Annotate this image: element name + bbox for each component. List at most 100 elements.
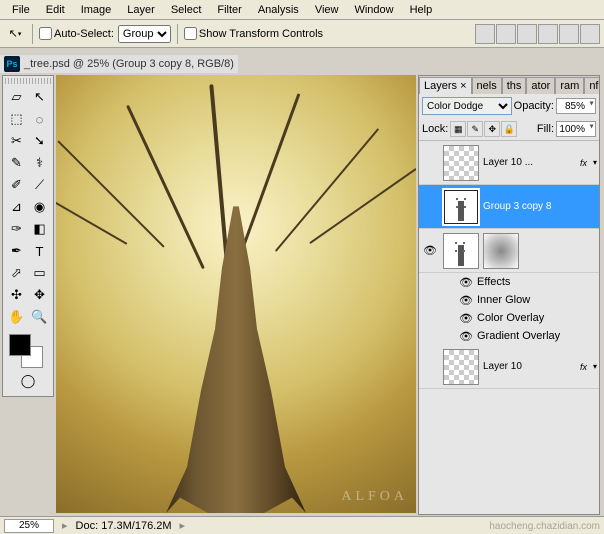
lock-pixels-icon[interactable]: ✎ xyxy=(467,121,483,137)
menu-edit[interactable]: Edit xyxy=(38,2,73,18)
options-bar: ↖▾ Auto-Select: Group Show Transform Con… xyxy=(0,20,604,48)
zoom-input[interactable] xyxy=(4,519,54,533)
move-tool-icon[interactable]: ↖ xyxy=(28,86,51,108)
tab-layers[interactable]: Layers × xyxy=(419,77,472,94)
history-brush-icon[interactable]: ⟋ xyxy=(28,174,51,196)
tab-channels[interactable]: nels xyxy=(472,77,502,94)
lasso-tool-icon[interactable]: ⬚ xyxy=(5,108,28,130)
align-icon[interactable] xyxy=(475,24,495,44)
layer-name: Layer 10 ... xyxy=(483,157,574,168)
foreground-swatch[interactable] xyxy=(9,334,31,356)
tab-navigator[interactable]: ator xyxy=(526,77,555,94)
divider xyxy=(177,24,178,44)
align-icon[interactable] xyxy=(538,24,558,44)
layer-item[interactable]: Layer 10 ... fx ▾ xyxy=(419,141,599,185)
layer-thumb[interactable] xyxy=(443,349,479,385)
menu-view[interactable]: View xyxy=(307,2,347,18)
doc-size: Doc: 17.3M/176.2M xyxy=(76,520,172,532)
divider xyxy=(32,24,33,44)
align-icon[interactable] xyxy=(580,24,600,44)
menu-select[interactable]: Select xyxy=(163,2,210,18)
menu-filter[interactable]: Filter xyxy=(209,2,249,18)
heal-tool-icon[interactable]: ✎ xyxy=(5,152,28,174)
layer-list: Layer 10 ... fx ▾ Group 3 copy 8 👁 👁Effe… xyxy=(419,141,599,514)
fx-expand-icon[interactable]: ▾ xyxy=(593,362,597,371)
align-icons-group xyxy=(475,24,600,44)
menu-analysis[interactable]: Analysis xyxy=(250,2,307,18)
lock-position-icon[interactable]: ✥ xyxy=(484,121,500,137)
layer-thumb[interactable] xyxy=(443,145,479,181)
align-icon[interactable] xyxy=(559,24,579,44)
layer-item-selected[interactable]: Group 3 copy 8 xyxy=(419,185,599,229)
layer-item[interactable]: 👁 xyxy=(419,229,599,273)
eyedropper-tool-icon[interactable]: ✥ xyxy=(28,284,51,306)
pen-tool-icon[interactable]: ✒ xyxy=(5,240,28,262)
notes-tool-icon[interactable]: ✣ xyxy=(5,284,28,306)
layer-thumb[interactable] xyxy=(443,233,479,269)
canvas[interactable]: ALFOA xyxy=(56,75,416,513)
gradient-tool-icon[interactable]: ◉ xyxy=(28,196,51,218)
marquee-tool-icon[interactable]: ▱ xyxy=(5,86,28,108)
blend-row: Color Dodge Opacity: xyxy=(419,94,599,118)
menu-file[interactable]: File xyxy=(4,2,38,18)
visibility-toggle[interactable]: 👁 xyxy=(421,244,439,257)
wand-tool-icon[interactable]: ◌ xyxy=(28,108,51,130)
crop-tool-icon[interactable]: ✂ xyxy=(5,130,28,152)
dodge-tool-icon[interactable]: ◧ xyxy=(28,218,51,240)
opacity-input[interactable] xyxy=(556,98,596,114)
lock-row: Lock: ▦ ✎ ✥ 🔒 Fill: xyxy=(419,118,599,141)
fill-label: Fill: xyxy=(537,123,554,135)
quick-mask-icon[interactable]: ◯ xyxy=(16,370,40,392)
tab-histogram[interactable]: ram xyxy=(555,77,584,94)
move-tool-icon[interactable]: ↖▾ xyxy=(4,23,26,45)
fx-badge: fx xyxy=(578,362,589,372)
align-icon[interactable] xyxy=(517,24,537,44)
opacity-label: Opacity: xyxy=(514,100,554,112)
layers-panel: Layers × nels ths ator ram nfo Color Dod… xyxy=(418,75,600,515)
hand-tool-icon[interactable]: ✋ xyxy=(5,306,28,328)
align-icon[interactable] xyxy=(496,24,516,44)
tree-branch xyxy=(126,105,205,269)
layer-name: Group 3 copy 8 xyxy=(483,201,597,212)
show-transform-check[interactable]: Show Transform Controls xyxy=(184,27,323,40)
type-tool-icon[interactable]: T xyxy=(28,240,51,262)
eraser-tool-icon[interactable]: ⊿ xyxy=(5,196,28,218)
blur-tool-icon[interactable]: ✑ xyxy=(5,218,28,240)
blend-mode-dropdown[interactable]: Color Dodge xyxy=(422,97,512,115)
tab-paths[interactable]: ths xyxy=(502,77,527,94)
tree-branch xyxy=(56,183,127,245)
document-header: Ps _tree.psd @ 25% (Group 3 copy 8, RGB/… xyxy=(0,55,238,73)
auto-select-dropdown[interactable]: Group xyxy=(118,25,171,43)
artwork: ALFOA xyxy=(56,75,416,513)
effects-header[interactable]: 👁Effects xyxy=(459,273,599,291)
effect-gradient-overlay[interactable]: 👁Gradient Overlay xyxy=(459,327,599,345)
zoom-tool-icon[interactable]: 🔍 xyxy=(28,306,51,328)
fill-input[interactable] xyxy=(556,121,596,137)
lock-all-icon[interactable]: 🔒 xyxy=(501,121,517,137)
tab-info[interactable]: nfo xyxy=(584,77,599,94)
effects-group: 👁Effects 👁Inner Glow 👁Color Overlay 👁Gra… xyxy=(419,273,599,345)
menu-help[interactable]: Help xyxy=(402,2,441,18)
menu-image[interactable]: Image xyxy=(73,2,120,18)
tree-branch xyxy=(309,168,416,244)
shape-tool-icon[interactable]: ▭ xyxy=(28,262,51,284)
path-tool-icon[interactable]: ⬀ xyxy=(5,262,28,284)
menu-bar: File Edit Image Layer Select Filter Anal… xyxy=(0,0,604,20)
menu-layer[interactable]: Layer xyxy=(119,2,163,18)
slice-tool-icon[interactable]: ➘ xyxy=(28,130,51,152)
menu-window[interactable]: Window xyxy=(346,2,401,18)
layer-mask-thumb[interactable] xyxy=(483,233,519,269)
lock-label: Lock: xyxy=(422,123,448,135)
source-watermark: haocheng.chazidian.com xyxy=(489,521,600,532)
effect-inner-glow[interactable]: 👁Inner Glow xyxy=(459,291,599,309)
brush-tool-icon[interactable]: ⚕ xyxy=(28,152,51,174)
layer-item[interactable]: Layer 10 fx ▾ xyxy=(419,345,599,389)
layer-thumb[interactable] xyxy=(443,189,479,225)
auto-select-check[interactable]: Auto-Select: xyxy=(39,27,114,40)
fx-expand-icon[interactable]: ▾ xyxy=(593,158,597,167)
stamp-tool-icon[interactable]: ✐ xyxy=(5,174,28,196)
toolbox-grip[interactable] xyxy=(5,78,51,84)
effect-color-overlay[interactable]: 👁Color Overlay xyxy=(459,309,599,327)
tree-trunk xyxy=(166,206,306,513)
lock-transparency-icon[interactable]: ▦ xyxy=(450,121,466,137)
